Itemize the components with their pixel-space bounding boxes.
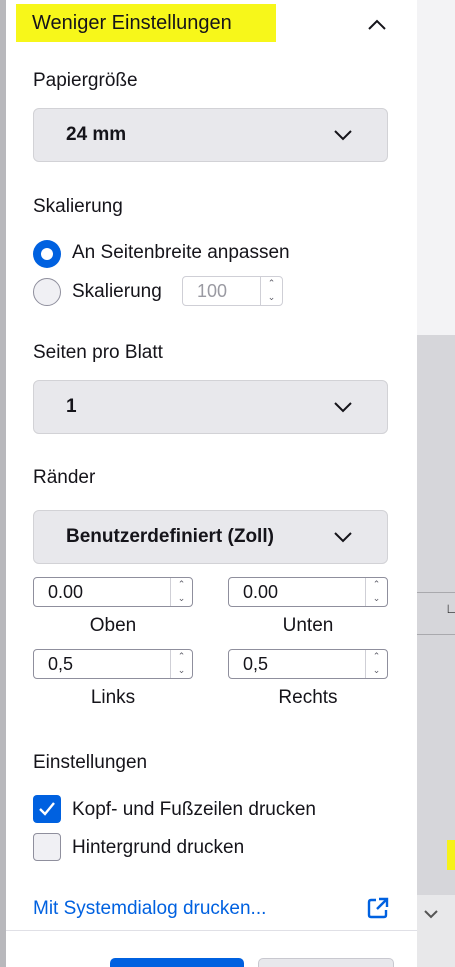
less-settings-toggle[interactable]: Weniger Einstellungen bbox=[16, 4, 276, 42]
margin-bottom-caption: Unten bbox=[282, 615, 334, 636]
margins-label: Ränder bbox=[33, 467, 96, 488]
margin-left-caption: Links bbox=[90, 687, 136, 708]
paper-size-value: 24 mm bbox=[66, 124, 127, 145]
background-fragment: ∟ bbox=[445, 600, 455, 616]
settings-label: Einstellungen bbox=[33, 752, 148, 773]
scale-stepper-arrows[interactable]: ⌃ ⌄ bbox=[260, 277, 282, 305]
chevron-down-icon bbox=[334, 130, 352, 141]
chevron-down-icon bbox=[424, 910, 438, 919]
custom-scale-label: Skalierung bbox=[72, 281, 162, 302]
margins-value: Benutzerdefiniert (Zoll) bbox=[66, 526, 274, 547]
margin-top-value: 0.00 bbox=[48, 582, 84, 602]
scale-value: 100 bbox=[197, 281, 228, 301]
margin-top-input[interactable]: 0.00 ⌃ ⌄ bbox=[33, 577, 193, 607]
scroll-track[interactable] bbox=[417, 0, 455, 335]
margin-bottom-input[interactable]: 0.00 ⌃ ⌄ bbox=[228, 577, 388, 607]
background-label: Hintergrund drucken bbox=[72, 837, 245, 858]
margin-top-caption: Oben bbox=[89, 615, 137, 636]
less-settings-label: Weniger Einstellungen bbox=[32, 12, 232, 34]
margin-bottom-value: 0.00 bbox=[243, 582, 279, 602]
paper-size-select[interactable]: 24 mm bbox=[33, 108, 388, 162]
pages-per-sheet-value: 1 bbox=[66, 396, 77, 417]
scaling-label: Skalierung bbox=[33, 196, 123, 217]
scale-input[interactable]: 100 ⌃ ⌄ bbox=[182, 276, 283, 306]
background-checkbox[interactable] bbox=[33, 833, 61, 861]
chevron-down-icon bbox=[334, 402, 352, 413]
footer-divider bbox=[6, 930, 417, 931]
margin-left-value: 0,5 bbox=[48, 654, 74, 674]
margin-right-stepper-arrows[interactable]: ⌃ ⌄ bbox=[365, 650, 387, 678]
open-external-icon[interactable] bbox=[366, 896, 390, 920]
margin-left-stepper-arrows[interactable]: ⌃ ⌄ bbox=[170, 650, 192, 678]
margin-right-value: 0,5 bbox=[243, 654, 269, 674]
pages-per-sheet-select[interactable]: 1 bbox=[33, 380, 388, 434]
cancel-button[interactable] bbox=[258, 958, 394, 967]
fit-width-radio[interactable] bbox=[33, 240, 61, 268]
background-divider bbox=[417, 592, 455, 593]
margin-right-caption: Rechts bbox=[278, 687, 338, 708]
margin-right-input[interactable]: 0,5 ⌃ ⌄ bbox=[228, 649, 388, 679]
margin-bottom-stepper-arrows[interactable]: ⌃ ⌄ bbox=[365, 578, 387, 606]
background-highlight bbox=[447, 840, 455, 870]
margins-select[interactable]: Benutzerdefiniert (Zoll) bbox=[33, 510, 388, 564]
fit-width-label: An Seitenbreite anpassen bbox=[72, 242, 290, 263]
background-divider bbox=[417, 634, 455, 635]
scroll-down-button[interactable] bbox=[417, 898, 445, 934]
headers-footers-checkbox[interactable] bbox=[33, 795, 61, 823]
chevron-down-icon bbox=[334, 532, 352, 543]
print-button[interactable] bbox=[110, 958, 244, 967]
custom-scale-radio[interactable] bbox=[33, 278, 61, 306]
margin-left-input[interactable]: 0,5 ⌃ ⌄ bbox=[33, 649, 193, 679]
pages-per-sheet-label: Seiten pro Blatt bbox=[33, 342, 163, 363]
headers-footers-label: Kopf- und Fußzeilen drucken bbox=[72, 799, 316, 820]
system-dialog-link[interactable]: Mit Systemdialog drucken... bbox=[33, 898, 266, 920]
margin-top-stepper-arrows[interactable]: ⌃ ⌄ bbox=[170, 578, 192, 606]
chevron-up-icon[interactable] bbox=[364, 12, 390, 38]
paper-size-label: Papiergröße bbox=[33, 70, 138, 91]
scrollbar[interactable]: ∟ bbox=[417, 0, 455, 967]
checkmark-icon bbox=[39, 802, 55, 816]
